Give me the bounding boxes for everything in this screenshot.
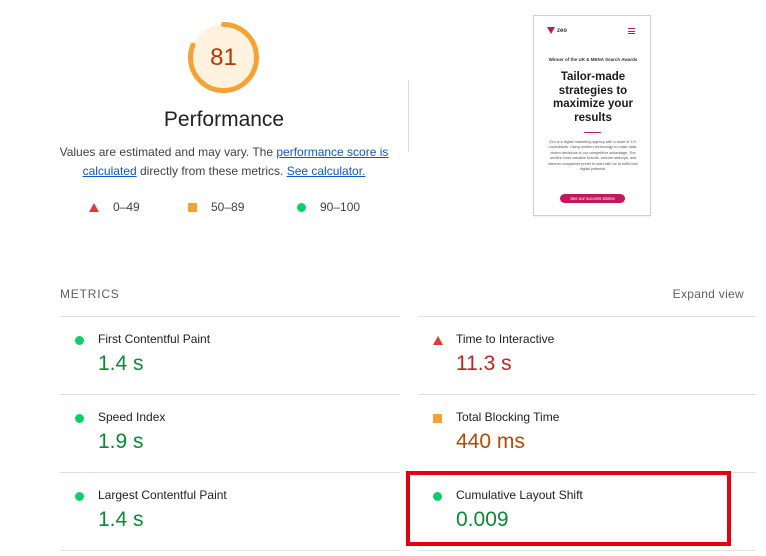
- preview-cta-button: See our success stories: [560, 194, 625, 203]
- pass-circle-icon: [75, 336, 84, 345]
- legend-poor-label: 0–49: [113, 200, 140, 214]
- zeo-logo-icon: [547, 27, 555, 34]
- pass-circle-icon: [75, 492, 84, 501]
- average-square-icon: [433, 414, 442, 423]
- score-description: Values are estimated and may vary. The p…: [58, 143, 390, 181]
- legend-poor: 0–49: [89, 200, 140, 214]
- preview-logo-text: zeo: [557, 27, 568, 34]
- performance-title: Performance: [163, 108, 285, 131]
- metric-name: First Contentful Paint: [98, 332, 211, 346]
- preview-headline: Tailor-made strategies to maximize your …: [553, 71, 633, 124]
- hamburger-menu-icon: [628, 28, 635, 36]
- preview-kicker: Winner of the UK & MENA Search Awards: [548, 57, 638, 62]
- legend-average: 50–89: [188, 200, 244, 214]
- see-calculator-link[interactable]: See calculator.: [287, 164, 366, 178]
- metric-value: 1.4 s: [98, 352, 144, 375]
- metric-speed-index: Speed Index 1.9 s: [60, 395, 400, 473]
- average-square-icon: [188, 202, 197, 212]
- final-screenshot-preview[interactable]: zeo Winner of the UK & MENA Search Award…: [533, 15, 651, 216]
- expand-view-toggle[interactable]: Expand view: [673, 287, 744, 301]
- preview-body: Zeo is a digital marketing agency with a…: [548, 140, 638, 172]
- performance-score-value: 81: [210, 44, 237, 71]
- description-middle: directly from these metrics.: [136, 164, 287, 178]
- legend-average-label: 50–89: [211, 200, 245, 214]
- fail-triangle-icon: [433, 336, 443, 345]
- metric-name: Time to Interactive: [456, 332, 555, 346]
- pass-circle-icon: [75, 414, 84, 423]
- metric-value: 11.3 s: [456, 352, 512, 375]
- performance-score-gauge: 81: [187, 21, 260, 94]
- metric-value: 440 ms: [456, 430, 525, 453]
- metric-name: Largest Contentful Paint: [98, 488, 227, 502]
- metric-name: Total Blocking Time: [456, 410, 560, 424]
- metrics-section-label: METRICS: [60, 287, 120, 301]
- preview-divider: [584, 132, 601, 133]
- metric-name: Speed Index: [98, 410, 166, 424]
- fail-triangle-icon: [89, 202, 99, 212]
- vertical-divider: [408, 80, 409, 152]
- preview-logo: zeo: [547, 27, 567, 34]
- metric-time-to-interactive: Time to Interactive 11.3 s: [418, 317, 758, 395]
- legend-good: 90–100: [297, 200, 360, 214]
- metric-total-blocking-time: Total Blocking Time 440 ms: [418, 395, 758, 473]
- description-prefix: Values are estimated and may vary. The: [59, 145, 277, 159]
- pass-circle-icon: [297, 202, 306, 212]
- legend-good-label: 90–100: [320, 200, 361, 214]
- metric-largest-contentful-paint: Largest Contentful Paint 1.4 s: [60, 473, 400, 551]
- metric-value: 1.9 s: [98, 430, 144, 453]
- metric-value: 1.4 s: [98, 508, 144, 531]
- metric-first-contentful-paint: First Contentful Paint 1.4 s: [60, 317, 400, 395]
- highlight-annotation-box: [406, 471, 731, 546]
